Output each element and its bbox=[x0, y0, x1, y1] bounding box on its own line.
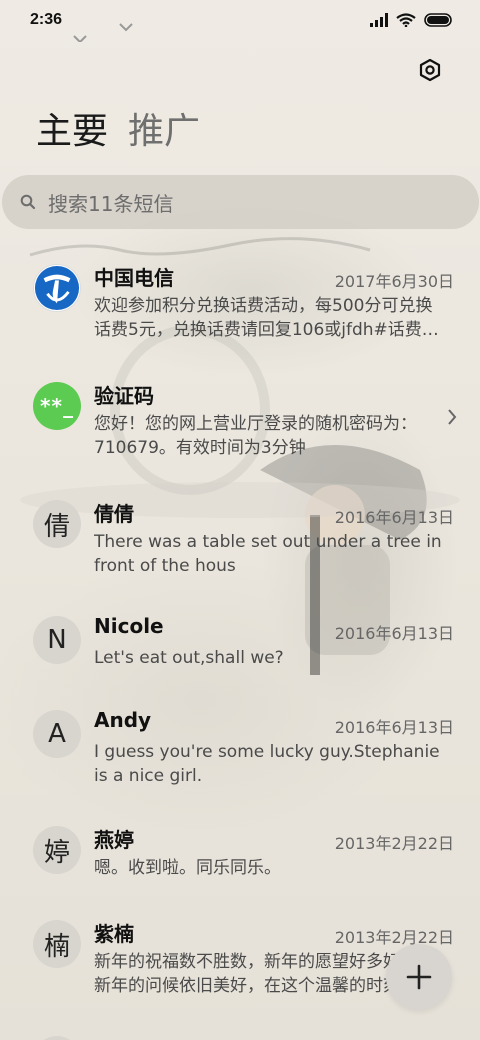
sender-name: 燕婷 bbox=[94, 828, 134, 852]
conversation-item[interactable]: **_ 验证码 您好！您的网上营业厅登录的随机密码为：710679。有效时间为3… bbox=[0, 368, 480, 478]
message-date: 2016年6月13日 bbox=[334, 508, 454, 527]
search-icon bbox=[20, 194, 36, 210]
sender-name: 中国电信 bbox=[94, 266, 174, 290]
message-preview: 欢迎参加积分兑换话费活动，每500分可兑换话费5元，兑换话费请回复106或jfd… bbox=[94, 296, 439, 340]
message-preview: There was a table set out under a tree i… bbox=[94, 532, 442, 576]
tab-primary[interactable]: 主要 bbox=[36, 108, 108, 156]
gear-icon bbox=[419, 58, 441, 82]
avatar: A bbox=[33, 710, 81, 758]
avatar bbox=[33, 1036, 81, 1040]
message-date: 2016年6月13日 bbox=[334, 624, 454, 643]
avatar: 婷 bbox=[33, 826, 81, 874]
chevron-right-icon[interactable] bbox=[446, 408, 458, 426]
china-telecom-logo-icon bbox=[34, 265, 80, 311]
new-message-button[interactable] bbox=[386, 944, 452, 1010]
plus-icon bbox=[406, 964, 432, 990]
avatar: **_ bbox=[33, 382, 81, 430]
message-date: 2016年6月13日 bbox=[334, 718, 454, 737]
message-preview: 您好！您的网上营业厅登录的随机密码为：710679。有效时间为3分钟 bbox=[94, 414, 417, 458]
tab-promotions[interactable]: 推广 bbox=[128, 108, 200, 156]
message-preview: I guess you're some lucky guy.Stephanie … bbox=[94, 742, 440, 786]
status-icons bbox=[370, 13, 454, 27]
tab-bar: 主要 推广 bbox=[36, 108, 200, 156]
collapse-chevrons bbox=[73, 23, 133, 42]
avatar: 楠 bbox=[33, 920, 81, 968]
search-input[interactable]: 搜索11条短信 bbox=[48, 188, 173, 217]
message-date: 2013年2月22日 bbox=[334, 928, 454, 947]
search-bar[interactable]: 搜索11条短信 bbox=[2, 175, 479, 229]
signal-icon bbox=[370, 13, 388, 27]
message-preview: 嗯。收到啦。同乐同乐。 bbox=[94, 858, 281, 878]
status-time: 2:36 bbox=[30, 11, 63, 28]
battery-icon bbox=[424, 13, 452, 27]
avatar: N bbox=[33, 616, 81, 664]
sender-name: Andy bbox=[94, 708, 152, 732]
wifi-icon bbox=[396, 13, 416, 27]
avatar: 倩 bbox=[33, 500, 81, 548]
sender-name: 倩倩 bbox=[94, 502, 134, 526]
conversation-item[interactable]: A Andy 2016年6月13日 I guess you're some lu… bbox=[0, 696, 480, 806]
message-date: 2013年2月22日 bbox=[334, 834, 454, 853]
avatar bbox=[33, 264, 81, 312]
conversation-item[interactable] bbox=[0, 1022, 480, 1040]
conversation-item[interactable]: 倩 倩倩 2016年6月13日 There was a table set ou… bbox=[0, 486, 480, 596]
message-preview: Let's eat out,shall we? bbox=[94, 648, 284, 668]
sender-name: 验证码 bbox=[94, 384, 154, 408]
message-date: 2017年6月30日 bbox=[334, 272, 454, 291]
settings-button[interactable] bbox=[414, 54, 446, 86]
sender-name: Nicole bbox=[94, 614, 164, 638]
sender-name: 紫楠 bbox=[94, 922, 134, 946]
conversation-item[interactable]: 中国电信 2017年6月30日 欢迎参加积分兑换话费活动，每500分可兑换话费5… bbox=[0, 250, 480, 360]
